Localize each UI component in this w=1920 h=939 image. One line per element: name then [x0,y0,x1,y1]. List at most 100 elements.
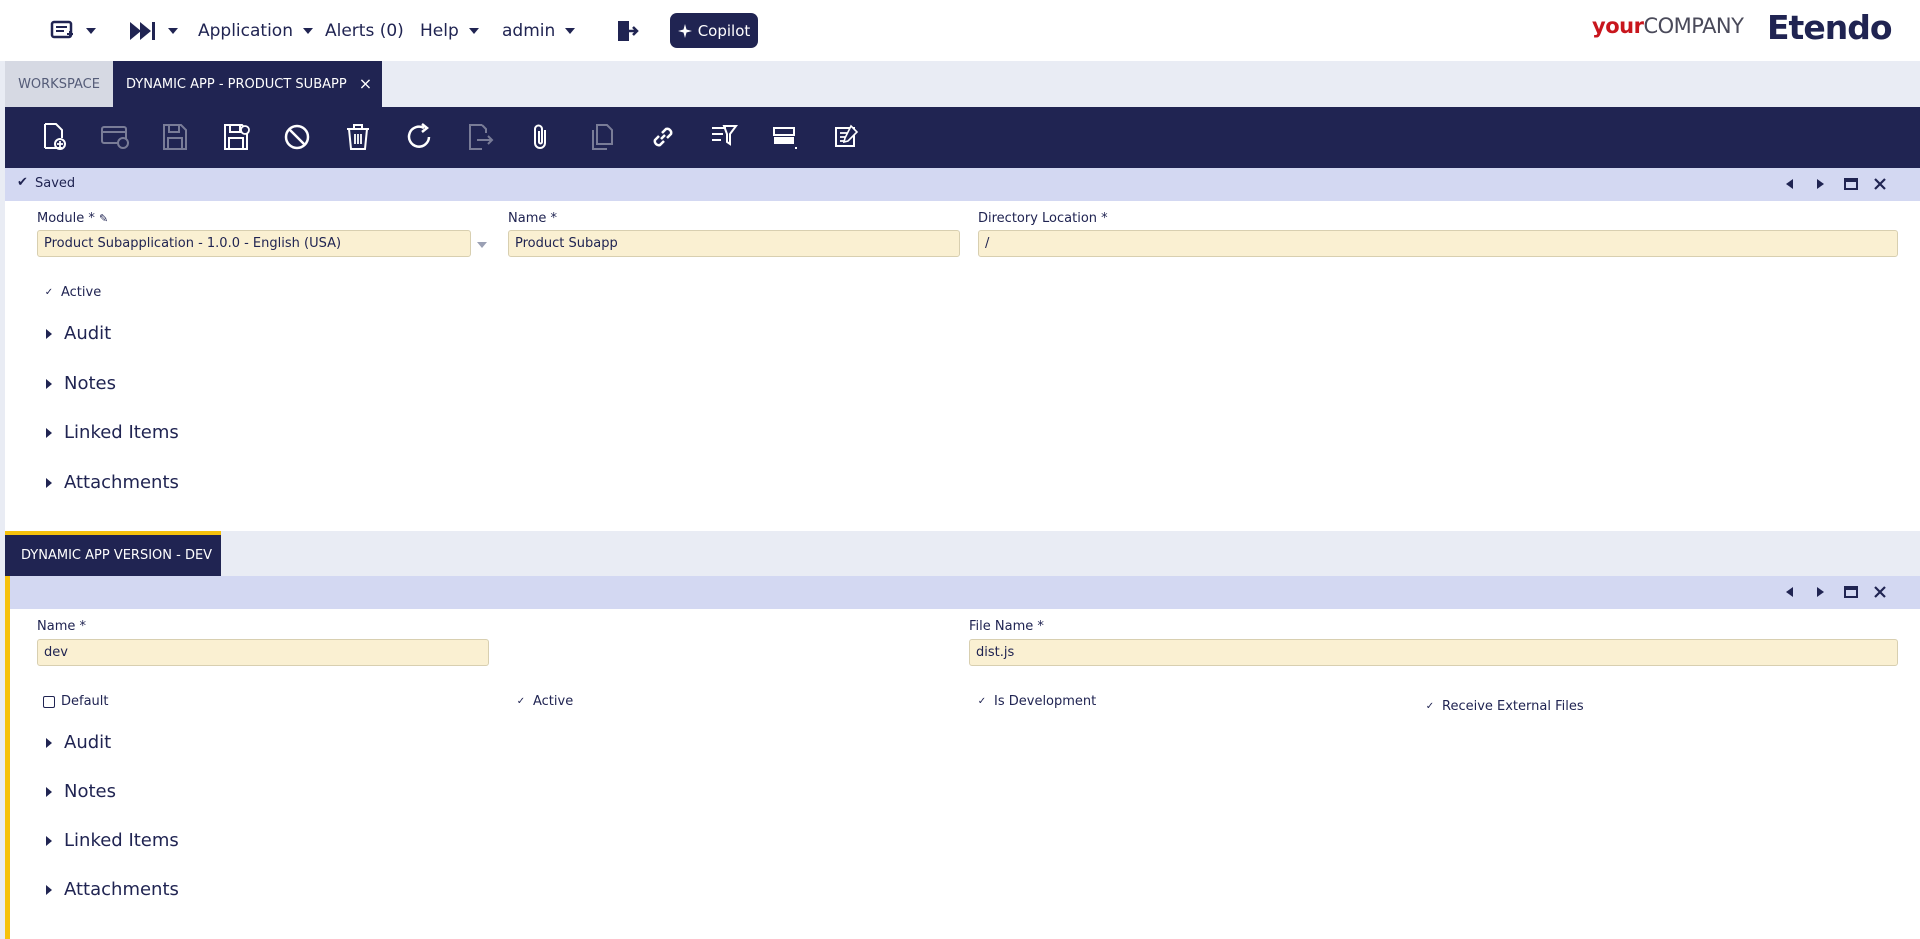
module-label: Module * ✎ [37,211,109,226]
etendo-logo: Etendo [1767,8,1892,47]
maximize-icon [1844,178,1858,190]
section-audit[interactable]: Audit [46,732,111,753]
window-tabs: WORKSPACE DYNAMIC APP - PRODUCT SUBAPP × [5,61,1920,107]
file-name-label: File Name * [969,619,1044,634]
user-menu-label: admin [502,20,556,41]
chevron-down-icon [565,27,576,34]
section-attachments[interactable]: Attachments [46,879,179,900]
maximize-button[interactable] [1843,584,1859,600]
close-panel-button[interactable] [1872,584,1888,600]
previous-record-button[interactable] [1782,176,1798,192]
logout-button[interactable] [615,0,641,61]
new-row-button[interactable] [98,120,132,154]
version-name-field[interactable]: dev [37,639,489,666]
checkbox-empty-icon [43,695,55,708]
child-tabs: DYNAMIC APP VERSION - DEV [5,531,1920,576]
checkmark-icon: ✓ [977,695,987,707]
checkmark-icon: ✓ [44,286,54,298]
clone-icon [592,124,613,150]
export-button[interactable] [463,120,497,154]
save-button[interactable] [158,120,192,154]
copilot-button[interactable]: Copilot [670,13,758,48]
workspace-icon [50,20,73,38]
notes-button[interactable] [829,120,863,154]
clone-button[interactable] [585,120,619,154]
chevron-right-icon [46,737,52,748]
quick-launch-button[interactable] [128,0,178,61]
tab-workspace-label: WORKSPACE [18,76,100,92]
help-menu-label: Help [420,20,459,41]
maximize-icon [1844,586,1858,598]
wrench-icon[interactable]: ✎ [99,212,108,225]
tab-workspace[interactable]: WORKSPACE [5,61,113,107]
check-icon: ✔ [17,175,28,190]
chevron-down-icon [86,27,96,34]
default-label: Default [61,694,109,709]
close-icon[interactable]: × [359,76,372,92]
child-status-bar [10,576,1920,609]
layout-button[interactable] [768,120,802,154]
header-form-panel: ✔ Saved Module * ✎ Product Subapplicatio… [5,168,1920,531]
chevron-right-icon [1817,179,1824,189]
module-select[interactable]: Product Subapplication - 1.0.0 - English… [37,230,471,257]
tab-dynamic-app[interactable]: DYNAMIC APP - PRODUCT SUBAPP × [113,61,382,107]
filter-button[interactable] [707,120,741,154]
is-development-checkbox[interactable]: ✓ Is Development [976,694,1096,709]
chevron-down-icon [468,27,479,34]
default-checkbox[interactable]: Default [43,694,109,709]
help-menu[interactable]: Help [420,0,479,61]
export-icon [469,124,494,150]
close-panel-button[interactable] [1872,176,1888,192]
workspace-menu-button[interactable] [50,0,96,61]
save-close-icon [224,124,250,150]
active-checkbox[interactable]: ✓ Active [43,285,101,300]
version-active-label: Active [533,694,574,709]
name-field[interactable]: Product Subapp [508,230,960,257]
chevron-right-icon [46,328,52,339]
toolbar [5,107,1920,168]
chevron-right-icon [46,477,52,488]
directory-location-field[interactable]: / [978,230,1898,257]
file-name-field[interactable]: dist.js [969,639,1898,666]
alerts-link[interactable]: Alerts (0) [325,0,404,61]
receive-external-files-label: Receive External Files [1442,699,1584,714]
receive-external-files-checkbox[interactable]: ✓ Receive External Files [1424,699,1584,714]
chevron-right-icon [46,786,52,797]
top-navigation: Application Alerts (0) Help admin Copilo… [0,0,1920,61]
checkmark-icon: ✓ [516,695,526,707]
section-notes[interactable]: Notes [46,373,116,394]
next-record-button[interactable] [1812,176,1828,192]
link-button[interactable] [646,120,680,154]
section-linked-items[interactable]: Linked Items [46,422,179,443]
copilot-label: Copilot [697,21,751,40]
section-audit[interactable]: Audit [46,323,111,344]
chevron-right-icon [46,835,52,846]
version-active-checkbox[interactable]: ✓ Active [515,694,573,709]
chevron-right-icon [1817,587,1824,597]
next-record-button[interactable] [1812,584,1828,600]
company-logo: yourCOMPANY [1592,14,1744,38]
checkmark-icon: ✓ [1425,700,1435,712]
save-close-button[interactable] [219,120,253,154]
tab-dynamic-app-label: DYNAMIC APP - PRODUCT SUBAPP [126,76,347,92]
status-bar: ✔ Saved [5,168,1920,201]
previous-record-button[interactable] [1782,584,1798,600]
user-menu[interactable]: admin [502,0,576,61]
child-form-panel: Name * dev File Name * dist.js Default ✓… [5,576,1920,939]
maximize-button[interactable] [1843,176,1859,192]
tab-dynamic-app-version[interactable]: DYNAMIC APP VERSION - DEV [5,531,221,576]
section-notes[interactable]: Notes [46,781,116,802]
refresh-button[interactable] [402,120,436,154]
filter-icon [712,125,738,146]
section-attachments[interactable]: Attachments [46,472,179,493]
attachment-button[interactable] [524,120,558,154]
new-document-button[interactable] [37,120,71,154]
application-menu[interactable]: Application [198,0,313,61]
delete-button[interactable] [341,120,375,154]
section-linked-items[interactable]: Linked Items [46,830,179,851]
cancel-button[interactable] [280,120,314,154]
sparkle-icon [677,23,692,38]
chevron-down-icon[interactable] [477,242,487,248]
chevron-down-icon [168,27,178,34]
logout-icon [618,20,639,41]
